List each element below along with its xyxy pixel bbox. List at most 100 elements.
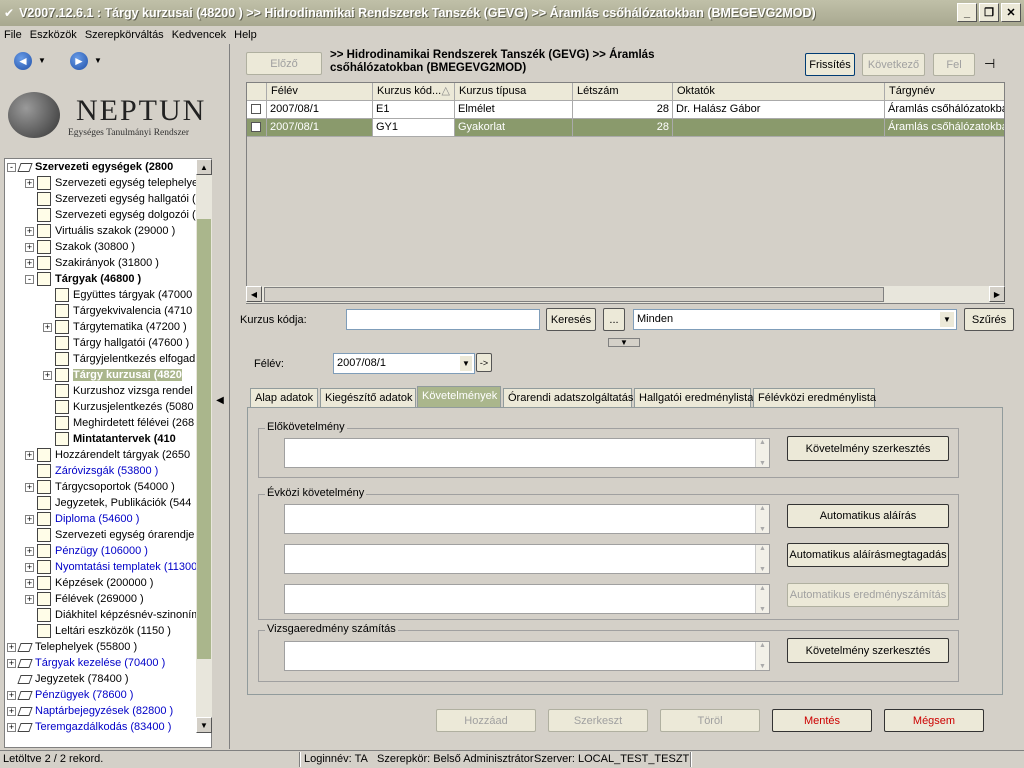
prerequisite-textarea[interactable]: ▲ ▼	[284, 438, 770, 468]
expand-icon[interactable]: +	[25, 482, 34, 492]
maximize-button[interactable]: ❐	[979, 3, 999, 22]
tree-scrollbar[interactable]: ▲ ▼	[196, 159, 212, 733]
tree-item[interactable]: Diákhitel képzésnév-szinoním	[25, 607, 201, 623]
exam-result-textarea[interactable]: ▲ ▼	[284, 641, 770, 671]
tree-item[interactable]: Záróvizsgák (53800 )	[25, 463, 158, 479]
col-header-headcount[interactable]: Létszám	[573, 83, 673, 101]
filter-select[interactable]: Minden ▼	[633, 309, 957, 330]
tree-item[interactable]: + Szakirányok (31800 )	[25, 255, 159, 271]
tree-item[interactable]: + Teremgazdálkodás (83400 )	[7, 719, 171, 735]
scroll-right-icon[interactable]: ▶	[989, 286, 1005, 302]
expand-icon[interactable]: +	[25, 178, 34, 188]
expand-icon[interactable]: +	[25, 546, 34, 556]
menu-help[interactable]: Help	[230, 29, 261, 41]
tree-item[interactable]: Szervezeti egység órarendje	[25, 527, 194, 543]
edit-prerequisite-button[interactable]: Követelmény szerkesztés	[787, 436, 949, 461]
ellipsis-button[interactable]: ...	[603, 308, 625, 331]
tree-item[interactable]: Szervezeti egység dolgozói (	[25, 207, 196, 223]
tree-item[interactable]: + Szervezeti egység telephelye	[25, 175, 198, 191]
expand-icon[interactable]: +	[25, 242, 34, 252]
tree-item[interactable]: Szervezeti egység hallgatói (	[25, 191, 196, 207]
col-header-instructors[interactable]: Oktatók	[673, 83, 885, 101]
scroll-left-icon[interactable]: ◀	[246, 286, 262, 302]
tree-item[interactable]: Együttes tárgyak (47000	[43, 287, 192, 303]
up-button[interactable]: Fel	[933, 53, 975, 76]
semester-select[interactable]: 2007/08/1 ▼	[333, 353, 475, 374]
expand-icon[interactable]: +	[25, 562, 34, 572]
menu-file[interactable]: File	[0, 29, 26, 41]
forward-dropdown-icon[interactable]: ▼	[94, 56, 102, 65]
tree-item[interactable]: Mintatantervek (410	[43, 431, 176, 447]
tree-item[interactable]: + Félévek (269000 )	[25, 591, 144, 607]
collapse-icon[interactable]: -	[7, 162, 16, 172]
collapse-icon[interactable]: -	[25, 274, 34, 284]
back-arrow-icon[interactable]: ◄	[14, 52, 32, 70]
expand-icon[interactable]: +	[25, 514, 34, 524]
chevron-down-icon[interactable]: ▼	[940, 312, 954, 327]
next-button[interactable]: Következő	[862, 53, 925, 76]
tree-item[interactable]: Jegyzetek, Publikációk (544	[25, 495, 191, 511]
expand-icon[interactable]: +	[7, 658, 16, 668]
refresh-button[interactable]: Frissítés	[805, 53, 855, 76]
auto-deny-sign-button[interactable]: Automatikus aláírásmegtagadás	[787, 543, 949, 567]
edit-exam-requirement-button[interactable]: Követelmény szerkesztés	[787, 638, 949, 663]
auto-result-calc-button[interactable]: Automatikus eredményszámítás	[787, 583, 949, 607]
col-header-subject-name[interactable]: Tárgynév	[885, 83, 1004, 101]
tree-item[interactable]: + Tárgyak kezelése (70400 )	[7, 655, 165, 671]
expand-icon[interactable]: +	[43, 322, 52, 332]
tree-item[interactable]: + Nyomtatási templatek (11300	[25, 559, 197, 575]
expand-icon[interactable]: +	[7, 690, 16, 700]
tree-item[interactable]: + Tárgy kurzusai (4820	[43, 367, 182, 383]
scroll-up-icon[interactable]: ▲	[196, 159, 212, 175]
tree-item[interactable]: Tárgyjelentkezés elfogad	[43, 351, 195, 367]
col-header-course-type[interactable]: Kurzus típusa	[455, 83, 573, 101]
course-code-input[interactable]	[346, 309, 540, 330]
save-button[interactable]: Mentés	[772, 709, 872, 732]
semester-go-button[interactable]: ->	[476, 353, 492, 372]
menu-favorites[interactable]: Kedvencek	[168, 29, 230, 41]
tree-item[interactable]: + Tárgycsoportok (54000 )	[25, 479, 175, 495]
menu-role-switch[interactable]: Szerepkörváltás	[81, 29, 168, 41]
expand-icon[interactable]: +	[43, 370, 52, 380]
collapse-panel-icon[interactable]: ◀	[214, 380, 226, 420]
pin-icon[interactable]: ⊣	[984, 56, 995, 72]
menu-tools[interactable]: Eszközök	[26, 29, 81, 41]
tree-item[interactable]: Jegyzetek (78400 )	[7, 671, 129, 687]
tree-item[interactable]: + Telephelyek (55800 )	[7, 639, 137, 655]
expand-icon[interactable]: +	[25, 258, 34, 268]
expand-icon[interactable]: +	[7, 642, 16, 652]
scroll-down-icon[interactable]: ▼	[196, 717, 212, 733]
prev-button[interactable]: Előző	[246, 52, 322, 75]
tree-item[interactable]: + Virtuális szakok (29000 )	[25, 223, 175, 239]
expand-icon[interactable]: +	[25, 578, 34, 588]
tree-item[interactable]: + Naptárbejegyzések (82800 )	[7, 703, 173, 719]
tree-item[interactable]: Tárgyekvivalencia (4710	[43, 303, 192, 319]
table-row-selected[interactable]: 2007/08/1 GY1 Gyakorlat 28 Áramlás csőhá…	[247, 119, 1004, 137]
add-button[interactable]: Hozzáad	[436, 709, 536, 732]
tree-item[interactable]: - Tárgyak (46800 )	[25, 271, 141, 287]
back-dropdown-icon[interactable]: ▼	[38, 56, 46, 65]
col-header-semester[interactable]: Félév	[267, 83, 373, 101]
forward-arrow-icon[interactable]: ►	[70, 52, 88, 70]
tab-student-results[interactable]: Hallgatói eredménylista	[634, 388, 753, 408]
tree-item[interactable]: + Pénzügy (106000 )	[25, 543, 148, 559]
tree-item[interactable]: Kurzusjelentkezés (5080	[43, 399, 193, 415]
table-row[interactable]: 2007/08/1 E1 Elmélet 28 Dr. Halász Gábor…	[247, 101, 1004, 119]
row-checkbox[interactable]	[251, 104, 261, 114]
tree-scroll-thumb[interactable]	[197, 219, 211, 659]
col-header-course-code[interactable]: Kurzus kód... △	[373, 83, 455, 101]
tab-requirements[interactable]: Követelmények	[417, 386, 501, 408]
tab-supplementary-data[interactable]: Kiegészítő adatok	[320, 388, 416, 408]
chevron-down-icon[interactable]: ▼	[460, 356, 472, 371]
midterm-textarea-3[interactable]: ▲ ▼	[284, 584, 770, 614]
tree-item[interactable]: Kurzushoz vizsga rendel	[43, 383, 193, 399]
tree-item[interactable]: + Tárgytematika (47200 )	[43, 319, 187, 335]
tree-item[interactable]: + Pénzügyek (78600 )	[7, 687, 133, 703]
tree-item[interactable]: + Szakok (30800 )	[25, 239, 135, 255]
tree-item[interactable]: + Hozzárendelt tárgyak (2650	[25, 447, 190, 463]
tab-basic-data[interactable]: Alap adatok	[250, 388, 318, 408]
cancel-button[interactable]: Mégsem	[884, 709, 984, 732]
tree-item[interactable]: + Képzések (200000 )	[25, 575, 153, 591]
tab-timetable-data[interactable]: Órarendi adatszolgáltatás	[503, 388, 633, 408]
auto-sign-button[interactable]: Automatikus aláírás	[787, 504, 949, 528]
